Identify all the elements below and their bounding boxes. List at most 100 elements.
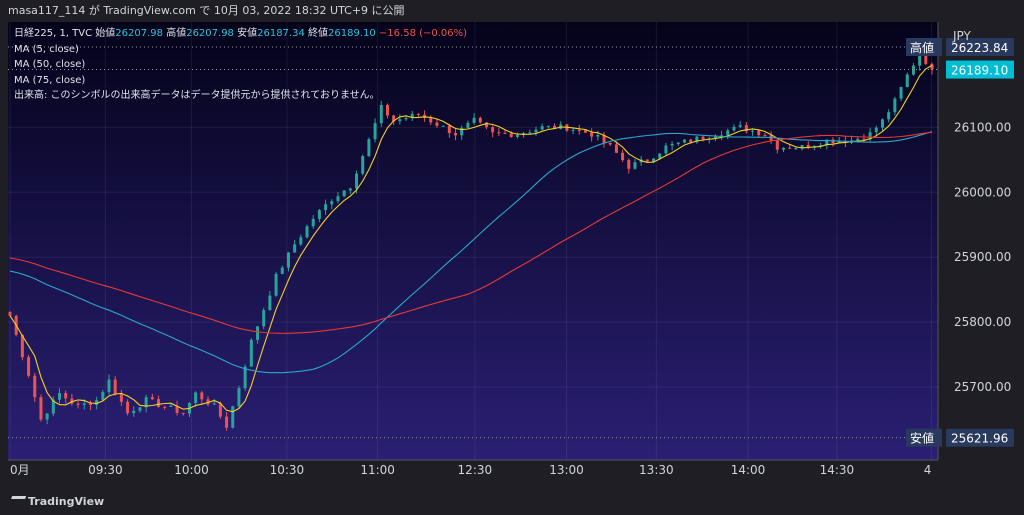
high-label: 高値 bbox=[166, 28, 187, 39]
candle-body bbox=[627, 160, 631, 169]
low-label: 安値 bbox=[237, 28, 258, 39]
x-tick-label: 13:00 bbox=[549, 463, 584, 477]
candle-body bbox=[126, 401, 130, 414]
candle-body bbox=[274, 273, 278, 296]
change-value: −16.58 (−0.06%) bbox=[378, 28, 468, 39]
publish-header: masa117_114 が TradingView.com で 10月 03, … bbox=[0, 0, 1024, 22]
candle-body bbox=[293, 244, 297, 253]
candle-body bbox=[862, 138, 866, 140]
time-axis-background bbox=[8, 460, 1016, 484]
candle-body bbox=[107, 379, 111, 393]
tradingview-logo-icon bbox=[7, 496, 27, 508]
candle-body bbox=[225, 416, 229, 428]
ma75-legend[interactable]: MA (75, close) bbox=[14, 73, 467, 89]
publish-info: masa117_114 が TradingView.com で 10月 03, … bbox=[8, 4, 405, 17]
candle-body bbox=[194, 392, 198, 403]
candle-body bbox=[64, 392, 68, 399]
low-value: 26187.34 bbox=[257, 28, 305, 39]
candle-body bbox=[682, 139, 686, 143]
candle-body bbox=[342, 190, 346, 197]
x-tick-label: 10:00 bbox=[174, 463, 209, 477]
high-tag-value: 26223.84 bbox=[951, 41, 1008, 55]
candle-body bbox=[491, 127, 495, 133]
candle-body bbox=[781, 147, 785, 150]
candle-body bbox=[930, 63, 934, 70]
candle-body bbox=[76, 403, 80, 405]
candle-body bbox=[788, 147, 792, 149]
candle-body bbox=[286, 252, 290, 268]
candle-body bbox=[231, 406, 235, 428]
x-tick-label: 09:30 bbox=[88, 463, 123, 477]
candle-body bbox=[311, 218, 315, 227]
candle-body bbox=[45, 413, 49, 420]
volume-note: 出来高: このシンボルの出来高データはデータ提供元から提供されておりません。 bbox=[14, 90, 380, 101]
candle-body bbox=[237, 388, 241, 407]
x-tick-label: 14:00 bbox=[731, 463, 766, 477]
open-value: 26207.98 bbox=[115, 28, 164, 39]
candle-body bbox=[132, 410, 136, 414]
candle-body bbox=[689, 139, 693, 143]
ohlc-row: 日経225, 1, TVC 始値26207.98 高値26207.98 安値26… bbox=[14, 26, 467, 42]
candle-body bbox=[664, 145, 668, 154]
high-tag-label: 高値 bbox=[910, 40, 934, 55]
y-tick-label: 25800.00 bbox=[954, 315, 1011, 329]
candle-body bbox=[336, 196, 340, 202]
candle-body bbox=[911, 65, 915, 75]
candle-body bbox=[614, 144, 618, 153]
candle-body bbox=[775, 140, 779, 150]
candle-body bbox=[633, 162, 637, 169]
candle-body bbox=[262, 310, 266, 327]
candle-body bbox=[893, 98, 897, 113]
candle-body bbox=[355, 173, 359, 189]
currency-label: JPY bbox=[952, 29, 972, 43]
chart-pane[interactable]: 25700.00 25800.00 25900.00 26000.00 26100.00… bbox=[8, 22, 1016, 484]
candle-body bbox=[478, 117, 482, 123]
candle-body bbox=[596, 135, 600, 137]
candle-body bbox=[751, 130, 755, 132]
brand-name: TradingView bbox=[28, 495, 105, 508]
candle-body bbox=[546, 125, 550, 127]
x-tick-label: 13:30 bbox=[639, 463, 674, 477]
y-tick-label: 25700.00 bbox=[954, 380, 1011, 394]
candle-body bbox=[528, 132, 532, 134]
candle-body bbox=[373, 123, 377, 140]
candle-body bbox=[466, 122, 470, 128]
candle-body bbox=[348, 188, 352, 191]
candle-body bbox=[39, 397, 43, 420]
candle-body bbox=[385, 104, 389, 116]
candle-body bbox=[472, 117, 476, 123]
candle-body bbox=[181, 412, 185, 414]
candle-body bbox=[676, 142, 680, 144]
y-tick-label: 25900.00 bbox=[954, 250, 1011, 264]
candle-body bbox=[670, 143, 674, 146]
ma50-legend[interactable]: MA (50, close) bbox=[14, 57, 467, 73]
candle-body bbox=[540, 126, 544, 130]
candle-body bbox=[82, 403, 86, 405]
candle-body bbox=[794, 148, 798, 150]
candle-body bbox=[732, 126, 736, 131]
candle-body bbox=[119, 393, 123, 402]
candle-body bbox=[447, 125, 451, 134]
candle-body bbox=[590, 132, 594, 137]
candle-body bbox=[150, 397, 154, 400]
candle-body bbox=[305, 226, 309, 238]
candle-body bbox=[33, 375, 37, 398]
ma5-legend[interactable]: MA (5, close) bbox=[14, 42, 467, 58]
symbol-label[interactable]: 日経225, 1, TVC bbox=[14, 28, 92, 39]
candle-body bbox=[404, 118, 408, 120]
candle-body bbox=[169, 405, 173, 407]
candle-body bbox=[101, 392, 105, 401]
candle-body bbox=[621, 152, 625, 161]
candle-body bbox=[317, 210, 321, 219]
candle-body bbox=[738, 125, 742, 127]
candle-body bbox=[757, 130, 761, 136]
tradingview-logo[interactable]: TradingView bbox=[7, 495, 105, 508]
candle-body bbox=[515, 135, 519, 137]
close-label: 終値 bbox=[308, 28, 329, 39]
chart-legend: 日経225, 1, TVC 始値26207.98 高値26207.98 安値26… bbox=[14, 26, 467, 104]
x-tick-label: 14:30 bbox=[820, 463, 855, 477]
candle-body bbox=[249, 339, 253, 367]
candle-body bbox=[701, 136, 705, 140]
candle-body bbox=[268, 295, 272, 311]
candle-body bbox=[571, 129, 575, 131]
